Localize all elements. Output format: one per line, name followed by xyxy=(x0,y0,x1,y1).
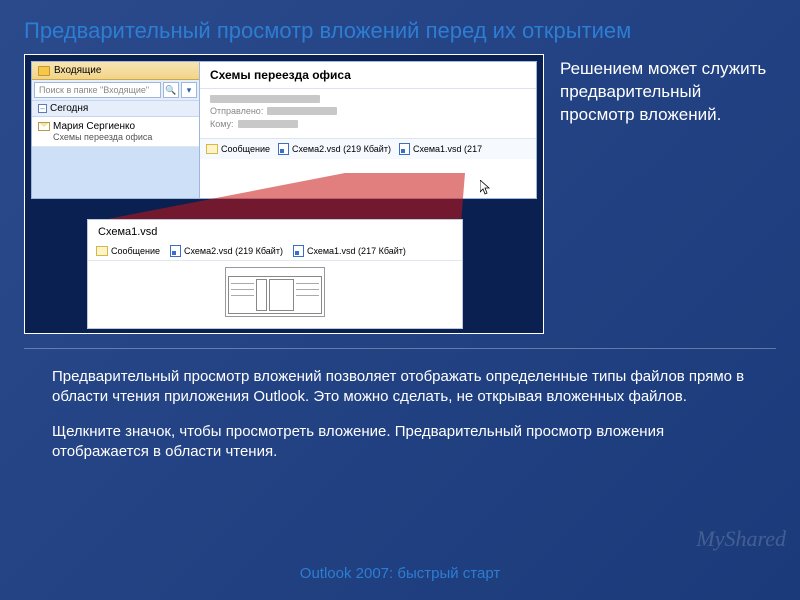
side-paragraph: Решением может служить предварительный п… xyxy=(560,54,776,334)
today-label: Сегодня xyxy=(50,103,88,114)
attachment-bar: Сообщение Схема2.vsd (219 Кбайт) Схема1.… xyxy=(200,138,536,159)
attachment-2[interactable]: Схема1.vsd (217 xyxy=(399,143,482,155)
preview-attachment-bar: Сообщение Схема2.vsd (219 Кбайт) Схема1.… xyxy=(88,242,462,261)
outlook-window: Входящие Поиск в папке "Входящие" 🔍 ▾ – … xyxy=(31,61,537,199)
preview-att-2-label: Схема1.vsd (217 Кбайт) xyxy=(307,246,406,256)
preview-att-2[interactable]: Схема1.vsd (217 Кбайт) xyxy=(293,245,406,257)
screenshot-area: Входящие Поиск в папке "Входящие" 🔍 ▾ – … xyxy=(24,54,544,334)
visio-icon xyxy=(293,245,304,257)
message-icon xyxy=(206,144,218,154)
to-placeholder xyxy=(238,120,298,128)
message-sender-row: Мария Сергиенко xyxy=(38,121,193,132)
body-text: Предварительный просмотр вложений позвол… xyxy=(24,348,776,462)
search-button[interactable]: 🔍 xyxy=(163,82,179,98)
floorplan-diagram xyxy=(225,267,325,317)
attachment-message-label: Сообщение xyxy=(221,144,270,154)
visio-icon xyxy=(170,245,181,257)
sender-placeholder xyxy=(210,95,320,103)
message-item[interactable]: Мария Сергиенко Схемы переезда офиса xyxy=(32,117,199,147)
folder-icon xyxy=(38,66,50,76)
preview-att-message-label: Сообщение xyxy=(111,246,160,256)
attachment-preview-panel: Схема1.vsd Сообщение Схема2.vsd (219 Кба… xyxy=(87,219,463,329)
preview-att-message[interactable]: Сообщение xyxy=(96,245,160,257)
collapse-icon[interactable]: – xyxy=(38,104,47,113)
date-group-today[interactable]: – Сегодня xyxy=(32,100,199,117)
message-icon xyxy=(96,246,108,256)
preview-body xyxy=(88,261,462,323)
inbox-label: Входящие xyxy=(54,65,101,76)
sent-placeholder xyxy=(267,107,337,115)
message-sender: Мария Сергиенко xyxy=(53,121,135,132)
search-row: Поиск в папке "Входящие" 🔍 ▾ xyxy=(32,80,199,100)
preview-att-1[interactable]: Схема2.vsd (219 Кбайт) xyxy=(170,245,283,257)
body-paragraph-2: Щелкните значок, чтобы просмотреть вложе… xyxy=(52,422,748,463)
attachment-1[interactable]: Схема2.vsd (219 Кбайт) xyxy=(278,143,391,155)
magnifier-icon: 🔍 xyxy=(165,85,176,96)
slide-footer: Outlook 2007: быстрый старт xyxy=(0,565,800,582)
chevron-down-icon: ▾ xyxy=(187,85,192,96)
body-paragraph-1: Предварительный просмотр вложений позвол… xyxy=(52,367,748,408)
visio-icon xyxy=(399,143,410,155)
attachment-message[interactable]: Сообщение xyxy=(206,144,270,154)
inbox-header[interactable]: Входящие xyxy=(32,62,199,80)
search-input[interactable]: Поиск в папке "Входящие" xyxy=(34,82,161,98)
sent-label: Отправлено: xyxy=(210,106,263,116)
envelope-icon xyxy=(38,122,50,131)
watermark: MyShared xyxy=(696,526,786,552)
reading-pane: Схемы переезда офиса Отправлено: Кому: xyxy=(200,62,536,198)
attachment-2-label: Схема1.vsd (217 xyxy=(413,144,482,154)
attachment-1-label: Схема2.vsd (219 Кбайт) xyxy=(292,144,391,154)
message-list-pane: Входящие Поиск в папке "Входящие" 🔍 ▾ – … xyxy=(32,62,200,198)
to-label: Кому: xyxy=(210,119,234,129)
message-subject: Схемы переезда офиса xyxy=(38,132,193,142)
preview-title: Схема1.vsd xyxy=(88,220,462,242)
preview-att-1-label: Схема2.vsd (219 Кбайт) xyxy=(184,246,283,256)
reading-pane-meta: Отправлено: Кому: xyxy=(200,89,536,138)
reading-pane-title: Схемы переезда офиса xyxy=(200,62,536,89)
content-row: Входящие Поиск в папке "Входящие" 🔍 ▾ – … xyxy=(0,54,800,334)
search-dropdown[interactable]: ▾ xyxy=(181,82,197,98)
visio-icon xyxy=(278,143,289,155)
slide-title: Предварительный просмотр вложений перед … xyxy=(0,0,800,54)
